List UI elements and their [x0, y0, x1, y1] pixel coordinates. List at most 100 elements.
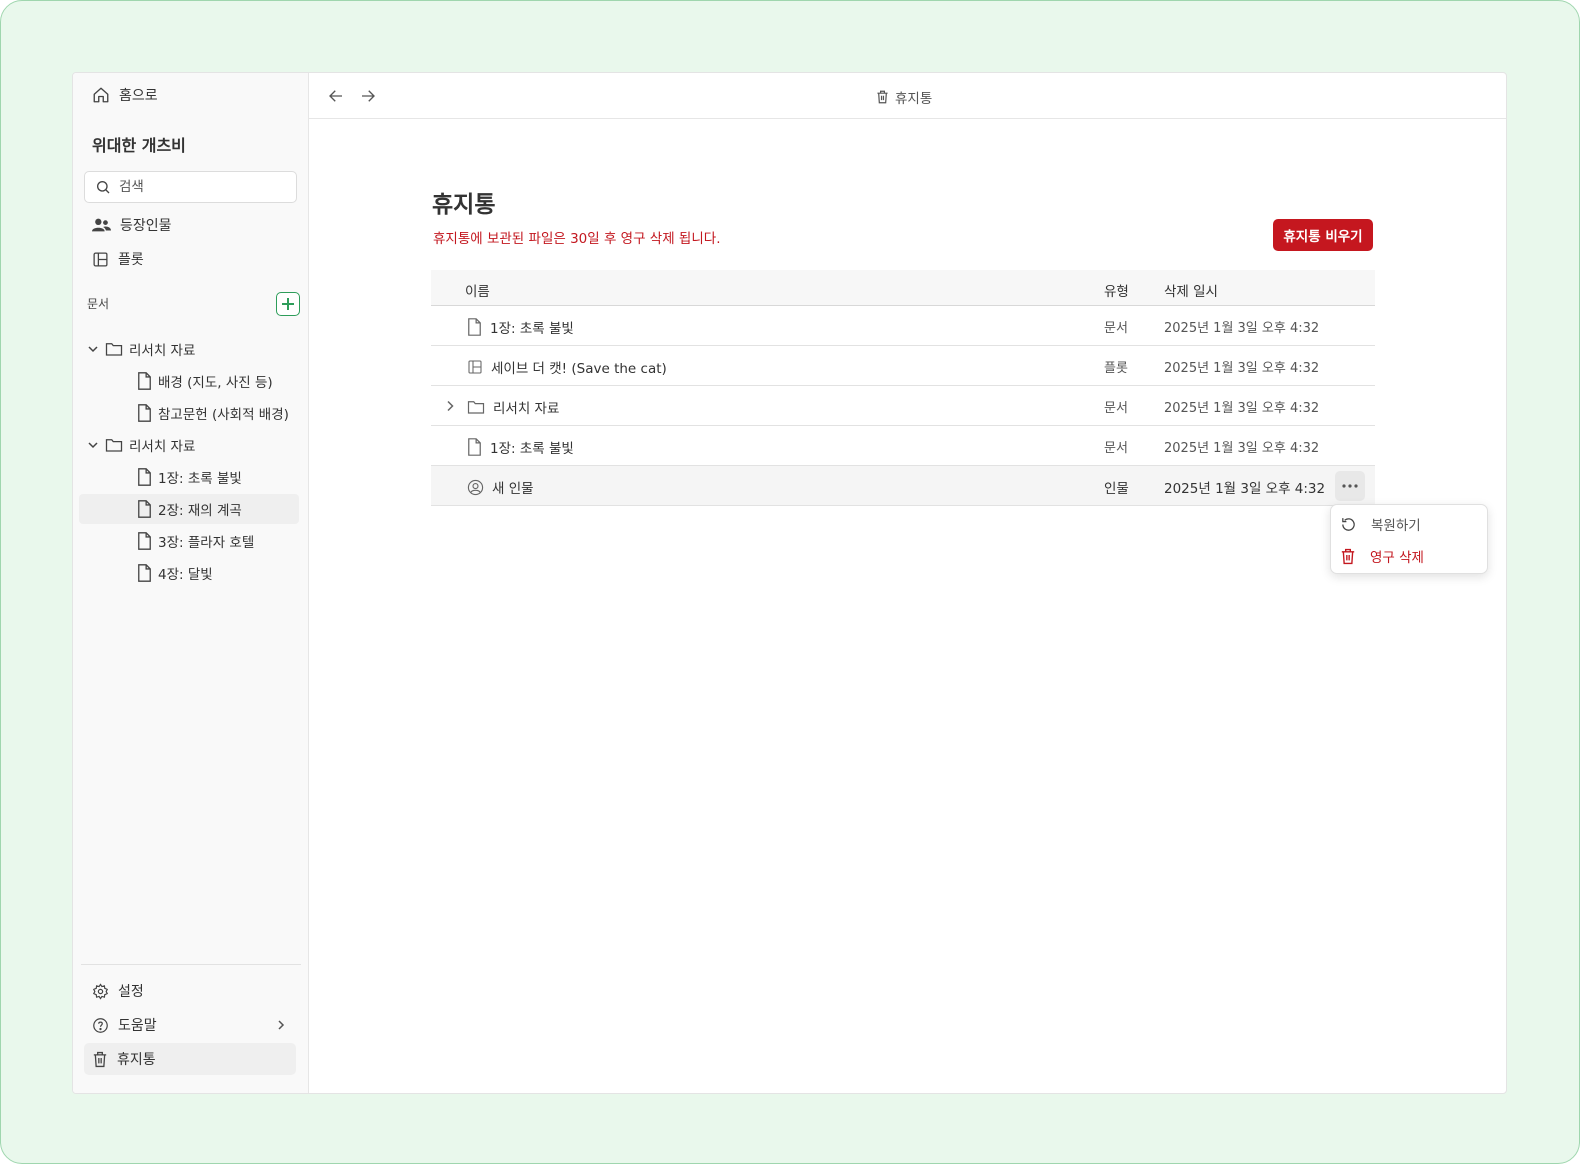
chevron-right-icon[interactable] [444, 400, 456, 412]
restore-menu-item[interactable]: 복원하기 [1340, 514, 1421, 534]
table-header: 이름 유형 삭제 일시 [431, 270, 1375, 306]
top-bar: 휴지통 [309, 73, 1506, 119]
more-options-button[interactable] [1335, 471, 1365, 501]
sidebar-item-settings[interactable]: 설정 [92, 981, 144, 1001]
item-name: 1장: 초록 불빛 [490, 441, 574, 457]
trash-table: 이름 유형 삭제 일시 1장: 초록 불빛 문서 2025년 1월 3일 오후 … [431, 270, 1375, 506]
sidebar-item-help[interactable]: 도움말 [92, 1015, 287, 1035]
breadcrumb: 휴지통 [876, 87, 932, 107]
table-row[interactable]: 리서치 자료 문서 2025년 1월 3일 오후 4:32 [431, 386, 1375, 426]
permanent-delete-label: 영구 삭제 [1370, 550, 1424, 566]
table-row-hovered[interactable]: 새 인물 인물 2025년 1월 3일 오후 4:32 [431, 466, 1375, 506]
document-icon [138, 564, 151, 582]
layout-icon [93, 251, 108, 267]
name-cell: 세이브 더 캣! (Save the cat) [467, 357, 667, 377]
tree-label: 리서치 자료 [129, 439, 196, 455]
restore-label: 복원하기 [1371, 518, 1421, 534]
layout-icon [468, 360, 482, 374]
characters-label: 등장인물 [120, 218, 172, 234]
tree-label: 2장: 재의 계곡 [158, 503, 242, 519]
tree-doc[interactable]: 배경 (지도, 사진 등) [137, 366, 273, 396]
sidebar-item-plot[interactable]: 플롯 [92, 249, 144, 269]
restore-icon [1342, 517, 1355, 531]
name-cell: 새 인물 [467, 477, 534, 497]
folder-icon [105, 343, 123, 356]
tree-label: 배경 (지도, 사진 등) [158, 375, 273, 391]
item-type: 플롯 [1104, 361, 1128, 376]
sidebar-divider [81, 964, 301, 965]
folder-icon [105, 439, 123, 452]
permanent-delete-menu-item[interactable]: 영구 삭제 [1340, 546, 1424, 566]
tree-doc-selected[interactable]: 2장: 재의 계곡 [79, 494, 299, 524]
tree-folder[interactable]: 리서치 자료 [87, 334, 195, 364]
help-label: 도움말 [118, 1018, 157, 1034]
chevron-down-icon [88, 442, 98, 449]
home-icon [93, 87, 109, 103]
table-row[interactable]: 세이브 더 캣! (Save the cat) 플롯 2025년 1월 3일 오… [431, 346, 1375, 386]
name-cell: 리서치 자료 [467, 397, 559, 417]
context-menu: 복원하기 영구 삭제 [1330, 504, 1488, 574]
document-icon [468, 318, 481, 336]
search-input[interactable] [119, 179, 279, 195]
trash-icon [877, 90, 888, 104]
people-icon [92, 218, 111, 232]
window-frame: 홈으로 위대한 개츠비 등장인물 플롯 문서 [0, 0, 1580, 1164]
name-cell: 1장: 초록 불빛 [467, 317, 574, 337]
empty-trash-button[interactable]: 휴지통 비우기 [1273, 219, 1373, 251]
project-title: 위대한 개츠비 [92, 136, 186, 155]
document-icon [138, 468, 151, 486]
document-icon [138, 500, 151, 518]
search-icon [97, 181, 110, 194]
sidebar-item-characters[interactable]: 등장인물 [92, 215, 172, 235]
table-row[interactable]: 1장: 초록 불빛 문서 2025년 1월 3일 오후 4:32 [431, 306, 1375, 346]
sidebar: 홈으로 위대한 개츠비 등장인물 플롯 문서 [73, 73, 309, 1093]
tree-folder[interactable]: 리서치 자료 [87, 430, 195, 460]
item-date: 2025년 1월 3일 오후 4:32 [1164, 321, 1320, 336]
app-window: 홈으로 위대한 개츠비 등장인물 플롯 문서 [72, 72, 1507, 1094]
documents-section-label: 문서 [87, 297, 110, 311]
folder-icon [467, 401, 485, 414]
tree-doc[interactable]: 참고문헌 (사회적 배경) [137, 398, 289, 428]
trash-icon [1341, 548, 1355, 564]
add-document-button[interactable] [276, 292, 300, 316]
item-name: 리서치 자료 [493, 401, 560, 417]
person-icon [467, 479, 484, 495]
retention-notice: 휴지통에 보관된 파일은 30일 후 영구 삭제 됩니다. [433, 231, 721, 247]
document-icon [468, 438, 481, 456]
item-name: 세이브 더 캣! (Save the cat) [491, 361, 667, 377]
arrow-left-icon[interactable] [327, 87, 345, 105]
tree-label: 리서치 자료 [129, 343, 196, 359]
settings-label: 설정 [118, 984, 144, 1000]
page-title: 휴지통 [432, 192, 496, 218]
chevron-right-icon [278, 1020, 285, 1030]
item-type: 문서 [1104, 441, 1128, 456]
help-icon [93, 1017, 108, 1033]
gear-icon [92, 982, 109, 1000]
more-horizontal-icon [1342, 484, 1358, 488]
column-header-date[interactable]: 삭제 일시 [1164, 280, 1218, 300]
trash-label: 휴지통 [117, 1052, 156, 1068]
breadcrumb-label: 휴지통 [895, 91, 933, 107]
home-link[interactable]: 홈으로 [92, 85, 158, 105]
tree-label: 4장: 달빛 [158, 567, 213, 583]
main-content: 휴지통 휴지통 휴지통에 보관된 파일은 30일 후 영구 삭제 됩니다. 휴지… [309, 73, 1506, 1093]
search-box[interactable] [84, 171, 297, 203]
column-header-name[interactable]: 이름 [465, 280, 490, 300]
tree-doc[interactable]: 3장: 플라자 호텔 [137, 526, 254, 556]
tree-label: 3장: 플라자 호텔 [158, 535, 255, 551]
plot-label: 플롯 [118, 252, 144, 268]
tree-doc[interactable]: 1장: 초록 불빛 [137, 462, 242, 492]
tree-label: 참고문헌 (사회적 배경) [158, 407, 289, 423]
arrow-right-icon[interactable] [359, 87, 377, 105]
table-row[interactable]: 1장: 초록 불빛 문서 2025년 1월 3일 오후 4:32 [431, 426, 1375, 466]
document-icon [138, 404, 151, 422]
name-cell: 1장: 초록 불빛 [467, 437, 574, 457]
item-date: 2025년 1월 3일 오후 4:32 [1164, 481, 1326, 497]
item-date: 2025년 1월 3일 오후 4:32 [1164, 361, 1320, 376]
home-label: 홈으로 [119, 88, 158, 104]
item-type: 문서 [1104, 321, 1128, 336]
tree-doc[interactable]: 4장: 달빛 [137, 558, 213, 588]
sidebar-item-trash[interactable]: 휴지통 [84, 1043, 296, 1075]
column-header-type[interactable]: 유형 [1104, 280, 1129, 300]
trash-icon [93, 1051, 107, 1067]
